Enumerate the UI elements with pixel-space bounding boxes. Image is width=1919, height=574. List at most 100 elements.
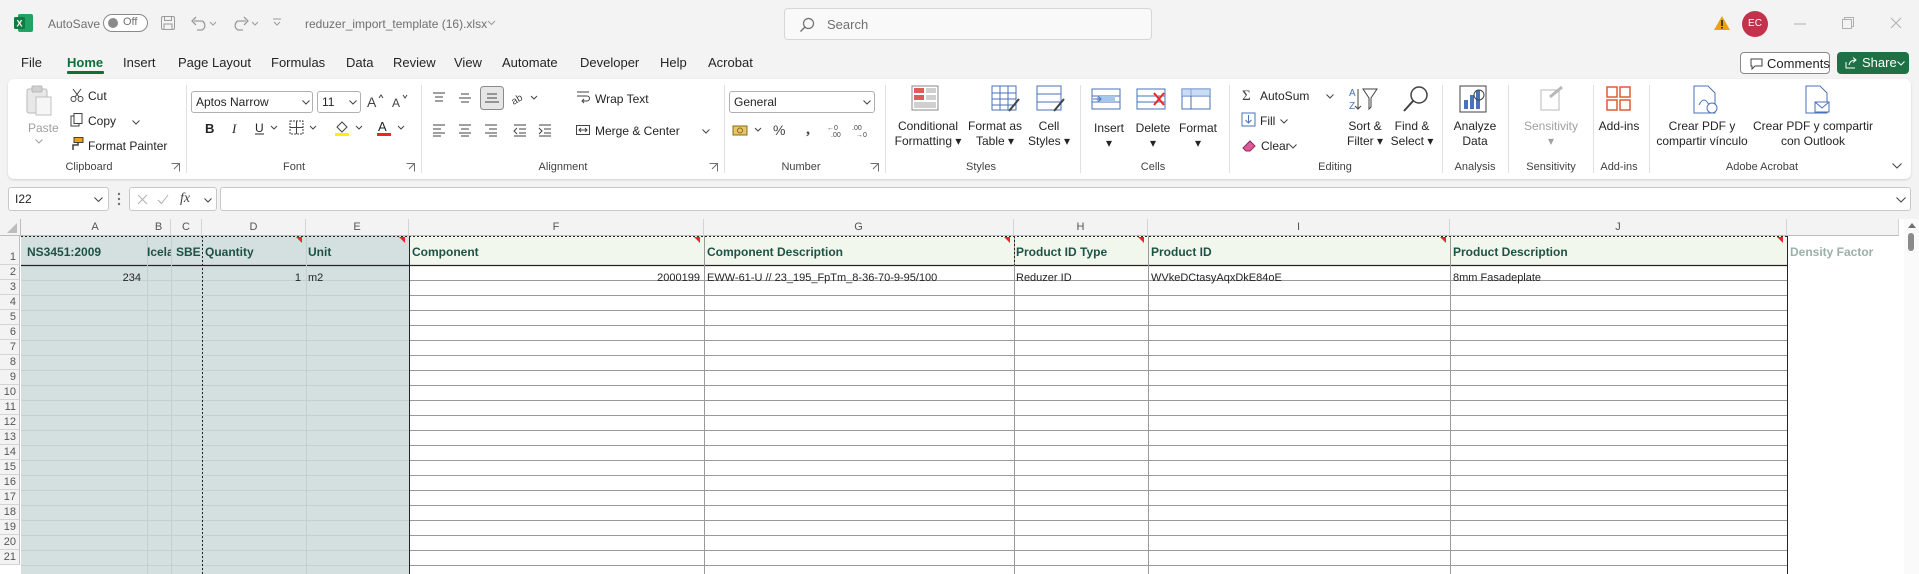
chevron-down-icon[interactable]: [702, 129, 710, 134]
redo-icon[interactable]: [232, 15, 258, 31]
row-header[interactable]: 9: [0, 370, 20, 385]
dialog-launcher-icon[interactable]: [406, 163, 415, 172]
merge-center-button[interactable]: Merge & Center: [595, 124, 680, 138]
undo-icon[interactable]: [190, 15, 216, 31]
row-header[interactable]: 3: [0, 280, 20, 295]
cell-i2[interactable]: WVkeDCtasyAqxDkE84oE: [1148, 271, 1448, 285]
conditional-formatting-button[interactable]: Conditional Formatting ▾: [895, 119, 962, 149]
column-header-g[interactable]: G: [704, 219, 1014, 236]
analyze-data-button[interactable]: Analyze Data: [1454, 119, 1497, 149]
increase-decimal-icon[interactable]: ←0.00: [826, 122, 846, 138]
sensitivity-icon[interactable]: [1538, 85, 1566, 113]
dialog-launcher-icon[interactable]: [171, 163, 180, 172]
minimize-icon[interactable]: [1794, 23, 1806, 25]
close-icon[interactable]: [1890, 17, 1902, 29]
bold-icon[interactable]: B: [204, 121, 216, 135]
comment-indicator[interactable]: [296, 237, 302, 243]
header-cell-product-id[interactable]: Product ID: [1148, 245, 1448, 259]
format-cells-button[interactable]: Format ▾: [1179, 121, 1217, 151]
column-header-f[interactable]: F: [409, 219, 704, 236]
collapse-ribbon-icon[interactable]: [1892, 163, 1902, 169]
font-color-icon[interactable]: A: [376, 119, 408, 137]
cancel-icon[interactable]: [137, 194, 148, 205]
column-header-h[interactable]: H: [1014, 219, 1148, 236]
comment-indicator[interactable]: [399, 237, 405, 243]
cell-a2[interactable]: 234: [24, 271, 144, 285]
add-ins-button[interactable]: Add-ins: [1599, 119, 1640, 134]
scroll-up-icon[interactable]: [1908, 223, 1916, 228]
comments-button[interactable]: Comments: [1740, 52, 1830, 74]
analyze-data-icon[interactable]: [1459, 85, 1489, 113]
cell-g2[interactable]: EWW-61-U // 23_195_FpTm_8-36-70-9-95/100: [704, 271, 1012, 285]
row-header[interactable]: 2: [0, 265, 20, 280]
cell-e2[interactable]: m2: [305, 271, 405, 285]
header-cell-product-description[interactable]: Product Description: [1450, 245, 1785, 259]
increase-font-icon[interactable]: A: [366, 93, 384, 109]
tab-data[interactable]: Data: [346, 55, 373, 70]
tab-page-layout[interactable]: Page Layout: [178, 55, 251, 70]
align-center-icon[interactable]: [458, 123, 472, 137]
row-header[interactable]: 21: [0, 550, 20, 565]
tab-help[interactable]: Help: [660, 55, 687, 70]
tab-automate[interactable]: Automate: [502, 55, 558, 70]
clear-button[interactable]: Clear: [1261, 139, 1290, 153]
align-left-icon[interactable]: [432, 123, 446, 137]
pdf-outlook-icon[interactable]: [1803, 85, 1831, 115]
align-bottom-icon[interactable]: [480, 86, 504, 110]
header-cell-ns3451[interactable]: NS3451:2009: [24, 245, 147, 259]
row-header[interactable]: 1: [0, 236, 20, 265]
accounting-format-icon[interactable]: [732, 123, 766, 137]
dialog-launcher-icon[interactable]: [709, 163, 718, 172]
sensitivity-button[interactable]: Sensitivity ▾: [1524, 119, 1578, 149]
comment-indicator[interactable]: [1138, 237, 1144, 243]
row-header[interactable]: 10: [0, 385, 20, 400]
header-cell-density-factor[interactable]: Density Factor: [1787, 245, 1897, 259]
header-cell-product-id-type[interactable]: Product ID Type: [1013, 245, 1146, 259]
select-all-button[interactable]: [0, 219, 21, 236]
create-pdf-outlook-button[interactable]: Crear PDF y compartir con Outlook: [1753, 119, 1873, 149]
pdf-link-icon[interactable]: [1691, 85, 1719, 115]
insert-cells-icon[interactable]: [1091, 85, 1123, 113]
restore-icon[interactable]: [1842, 17, 1854, 29]
find-select-icon[interactable]: [1401, 85, 1431, 113]
tab-formulas[interactable]: Formulas: [271, 55, 325, 70]
comment-indicator[interactable]: [1004, 237, 1010, 243]
tab-acrobat[interactable]: Acrobat: [708, 55, 753, 70]
create-pdf-link-button[interactable]: Crear PDF y compartir vínculo: [1656, 119, 1747, 149]
formula-input[interactable]: [220, 187, 1911, 211]
row-header[interactable]: 19: [0, 520, 20, 535]
chevron-down-icon[interactable]: [132, 120, 140, 125]
format-as-table-button[interactable]: Format as Table ▾: [968, 119, 1022, 149]
align-top-icon[interactable]: [432, 91, 446, 105]
comment-indicator[interactable]: [694, 237, 700, 243]
percent-icon[interactable]: %: [772, 122, 788, 138]
wrap-text-button[interactable]: Wrap Text: [595, 92, 649, 106]
warning-icon[interactable]: [1713, 15, 1731, 31]
header-cell-component-description[interactable]: Component Description: [704, 245, 1012, 259]
row-header[interactable]: 12: [0, 415, 20, 430]
align-middle-icon[interactable]: [458, 91, 472, 105]
copy-button[interactable]: Copy: [88, 114, 116, 128]
row-header[interactable]: 20: [0, 535, 20, 550]
worksheet-grid[interactable]: A B C D E F G H I J 1 2 3 4 5 6 7 8 9 10 11 12 13 14 1…: [0, 219, 1919, 574]
fill-color-icon[interactable]: [334, 119, 366, 137]
cell-h2[interactable]: Reduzer ID: [1013, 271, 1146, 285]
find-select-button[interactable]: Find & Select ▾: [1391, 119, 1434, 149]
file-name[interactable]: reduzer_import_template (16).xlsx: [305, 17, 487, 31]
row-header[interactable]: 6: [0, 325, 20, 340]
insert-function-button[interactable]: fx: [180, 191, 190, 207]
more-options-icon[interactable]: [117, 192, 121, 206]
header-cell-component[interactable]: Component: [409, 245, 703, 259]
row-header[interactable]: 7: [0, 340, 20, 355]
cell-styles-icon[interactable]: [1036, 85, 1066, 113]
format-painter-button[interactable]: Format Painter: [88, 139, 167, 153]
underline-icon[interactable]: U: [254, 121, 280, 135]
row-header[interactable]: 8: [0, 355, 20, 370]
row-header[interactable]: 15: [0, 460, 20, 475]
italic-icon[interactable]: I: [230, 121, 242, 135]
comma-style-icon[interactable]: ,: [804, 122, 814, 138]
column-header-i[interactable]: I: [1148, 219, 1450, 236]
cut-button[interactable]: Cut: [88, 89, 107, 103]
dialog-launcher-icon[interactable]: [870, 163, 879, 172]
borders-icon[interactable]: [289, 120, 319, 136]
